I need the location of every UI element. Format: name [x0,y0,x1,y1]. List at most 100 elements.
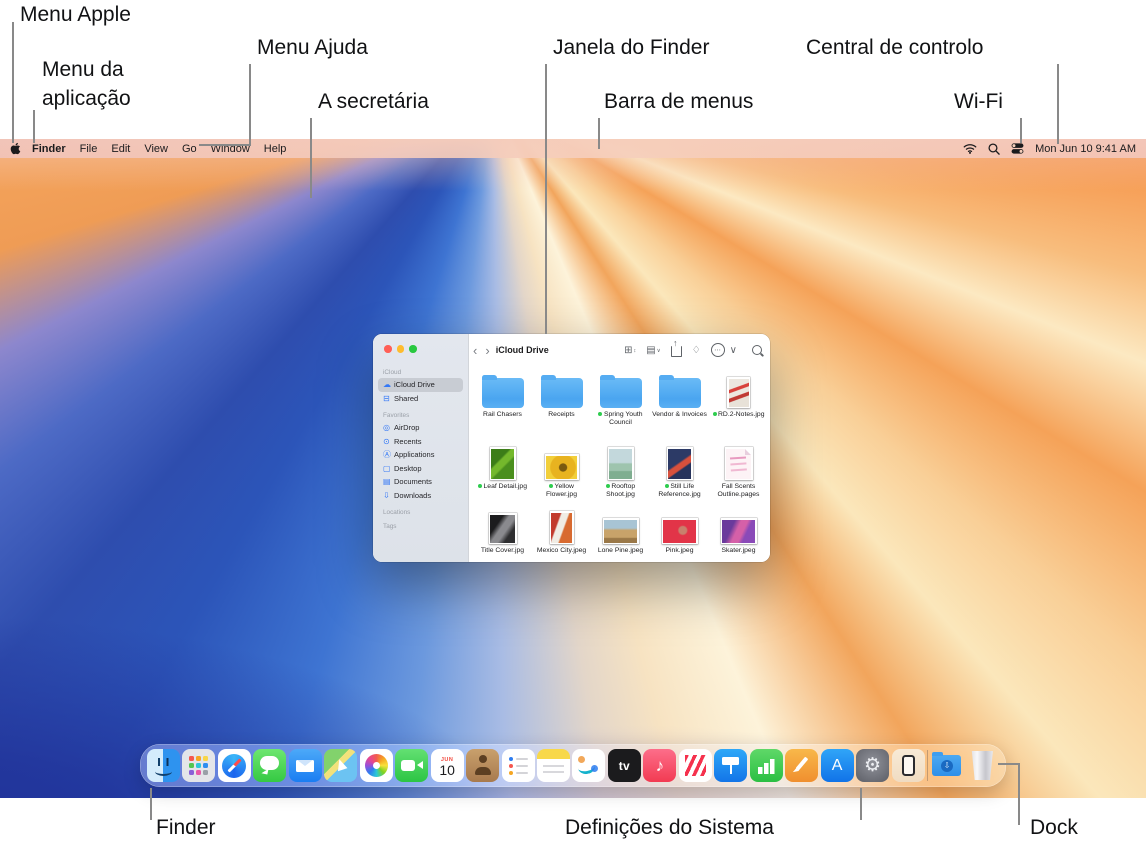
back-button[interactable]: ‹ [469,343,481,358]
dock-item-facetime[interactable] [395,749,429,782]
sync-status-dot [664,484,669,488]
folder-icon [540,374,583,408]
dock-item-contacts[interactable] [466,749,500,782]
folder-icon [658,374,701,408]
view-switcher-button[interactable]: ⊞ ↕ [624,345,636,356]
search-icon[interactable] [752,345,762,355]
dock-item-mail[interactable] [288,749,322,782]
file-item[interactable]: Yellow Flower.jpg [532,444,591,511]
dock-item-keynote[interactable] [714,749,748,782]
dock-item-notes[interactable] [536,749,570,782]
dock-item-maps[interactable] [324,749,358,782]
file-item[interactable]: Title Cover.jpg [473,511,532,562]
callout-menu-apple: Menu Apple [20,3,131,26]
dock: JUN 10 tv ♪ A ⚙ ⇩ [140,744,1006,787]
file-name: Receipts [548,411,575,418]
callout-finder-window: Janela do Finder [553,36,710,59]
sidebar-item-documents[interactable]: ▤ Documents [378,475,463,489]
file-item[interactable]: Spring Youth Council [591,370,650,444]
callout-line-menu-apple [12,22,14,143]
dock-item-trash[interactable] [966,749,999,782]
finder-toolbar: ‹ › iCloud Drive ⊞ ↕ ▤ ∨ ↑ ♢ ⋯ ∨ [469,334,770,366]
wifi-icon[interactable] [963,143,977,154]
callout-line-help-menu [249,64,251,146]
dock-item-numbers[interactable] [749,749,783,782]
sidebar-item-recents[interactable]: ⊙ Recents [378,435,463,449]
file-item[interactable]: Mexico City.jpeg [532,511,591,562]
file-name: Mexico City.jpeg [536,547,587,554]
window-title: iCloud Drive [495,345,549,355]
sidebar-item-icloud-drive[interactable]: ☁ iCloud Drive [378,378,463,392]
callout-line-system-settings [860,788,862,820]
file-item[interactable]: Fall Scents Outline.pages [709,444,768,511]
apple-menu[interactable] [10,142,25,155]
close-button[interactable] [384,345,392,353]
sidebar-list: iCloud ☁ iCloud Drive ⊟ Shared Favorites ◎… [373,362,468,532]
dock-item-apple-tv[interactable]: tv [607,749,641,782]
file-name: RD.2-Notes.jpg [712,411,764,419]
dock-item-app-store[interactable]: A [820,749,854,782]
file-item[interactable]: Skater.jpeg [709,511,768,562]
zoom-button[interactable] [409,345,417,353]
callout-line-dock [1018,763,1020,825]
dock-item-calendar[interactable]: JUN 10 [430,749,464,782]
dock-item-freeform[interactable] [572,749,606,782]
image-thumbnail [488,513,517,544]
dock-item-pages[interactable] [785,749,819,782]
file-name: Pink.jpeg [665,547,694,554]
menu-item-edit[interactable]: Edit [104,143,137,155]
dock-item-music[interactable]: ♪ [643,749,677,782]
sidebar-item-airdrop[interactable]: ◎ AirDrop [378,421,463,435]
dock-item-safari[interactable] [217,749,251,782]
menu-item-view[interactable]: View [137,143,175,155]
callout-line-app-menu [33,110,35,143]
sidebar-item-label: Documents [394,477,432,487]
more-actions-button[interactable]: ⋯ [710,343,725,357]
envelope-icon [296,759,315,772]
file-item[interactable]: Rooftop Shoot.jpg [591,444,650,511]
sidebar-item-label: iCloud Drive [394,380,435,390]
calendar-day: 10 [439,761,455,778]
sidebar-item-applications[interactable]: Ⓐ Applications [378,448,463,462]
sidebar-item-desktop[interactable]: ▢ Desktop [378,462,463,476]
sidebar-item-shared[interactable]: ⊟ Shared [378,392,463,406]
file-item[interactable]: Vendor & Invoices [650,370,709,444]
menu-item-finder[interactable]: Finder [25,143,73,155]
file-item[interactable]: Rail Chasers [473,370,532,444]
desktop-icon: ▢ [383,463,391,473]
file-name: Skater.jpeg [721,547,756,554]
menu-item-help[interactable]: Help [257,143,294,155]
spotlight-search-icon[interactable] [988,142,1000,155]
dock-item-messages[interactable] [253,749,287,782]
finder-content: ‹ › iCloud Drive ⊞ ↕ ▤ ∨ ↑ ♢ ⋯ ∨ Rail Chas… [469,334,770,562]
dock-item-launchpad[interactable] [182,749,216,782]
callout-system-settings: Definições do Sistema [565,816,774,839]
file-item[interactable]: Lone Pine.jpeg [591,511,650,562]
group-by-button[interactable]: ▤ ∨ [646,345,660,356]
menu-item-file[interactable]: File [73,143,105,155]
file-item[interactable]: Still Life Reference.jpg [650,444,709,511]
app-store-icon: A [831,756,843,774]
dock-item-iphone-mirroring[interactable] [891,749,925,782]
sidebar-item-downloads[interactable]: ⇩ Downloads [378,489,463,503]
dock-item-news[interactable] [678,749,712,782]
sync-status-dot [598,412,603,416]
share-button[interactable]: ↑ [670,339,682,357]
menubar-clock[interactable]: Mon Jun 10 9:41 AM [1035,143,1136,155]
forward-button[interactable]: › [481,343,493,358]
file-item[interactable]: Receipts [532,370,591,444]
callout-finder: Finder [156,816,216,839]
tv-icon: tv [618,758,631,773]
file-item[interactable]: Leaf Detail.jpg [473,444,532,511]
control-center-icon[interactable] [1011,143,1024,154]
dock-item-finder[interactable] [147,749,180,782]
dock-item-reminders[interactable] [501,749,535,782]
tags-button[interactable]: ♢ [692,345,701,356]
dock-item-photos[interactable] [359,749,393,782]
dock-item-system-settings[interactable]: ⚙ [856,749,890,782]
file-item[interactable]: RD.2-Notes.jpg [709,370,768,444]
file-item[interactable]: Pink.jpeg [650,511,709,562]
minimize-button[interactable] [396,345,404,353]
dock-item-downloads[interactable]: ⇩ [930,749,963,782]
file-name: Vendor & Invoices [652,411,707,418]
